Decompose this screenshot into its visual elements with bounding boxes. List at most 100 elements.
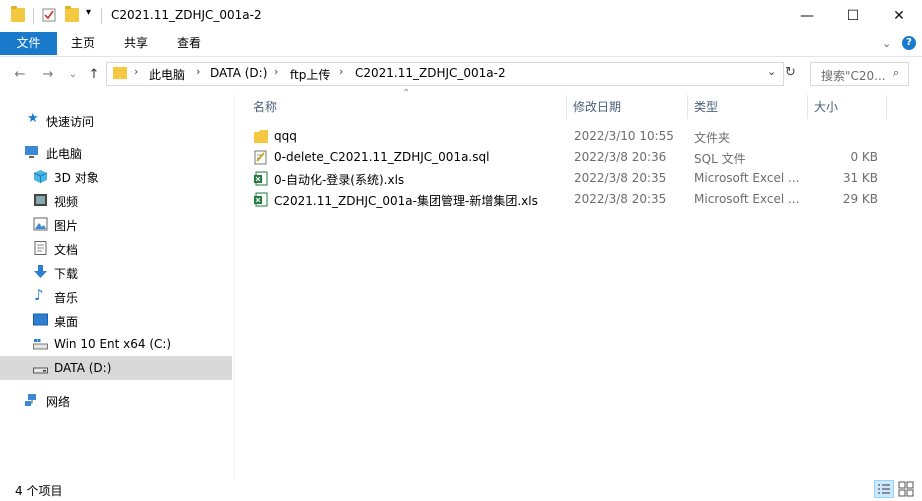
column-divider[interactable]: [687, 95, 688, 119]
sort-ascending-icon: ⌃: [402, 88, 411, 99]
nav-label: DATA (D:): [54, 361, 112, 375]
column-header-size[interactable]: 大小: [814, 95, 838, 119]
nav-label: 图片: [54, 219, 79, 233]
table-row[interactable]: qqq 2022/3/10 10:55 文件夹: [248, 126, 888, 147]
chevron-right-icon[interactable]: ›: [274, 65, 278, 78]
tab-file[interactable]: 文件: [0, 32, 57, 55]
chevron-right-icon[interactable]: ›: [196, 65, 200, 78]
search-box[interactable]: 搜索"C20... ⌕: [810, 62, 909, 86]
cube-icon: [33, 170, 48, 183]
folder-icon: [11, 6, 25, 22]
status-bar: 4 个项目: [0, 478, 922, 501]
column-divider[interactable]: [807, 95, 808, 119]
file-size: 31 KB: [842, 171, 878, 185]
star-icon: ★: [27, 111, 39, 126]
search-input[interactable]: 搜索"C20...: [821, 67, 891, 84]
nav-label: 文档: [54, 243, 79, 257]
network-icon: [25, 394, 36, 406]
address-dropdown-icon[interactable]: ⌄: [767, 65, 776, 78]
search-icon[interactable]: ⌕: [893, 66, 899, 80]
folder-icon: [113, 67, 127, 79]
nav-item-network[interactable]: 网络: [0, 388, 232, 412]
file-type: 文件夹: [694, 131, 731, 145]
nav-label: 视频: [54, 195, 79, 209]
table-row[interactable]: 0-delete_C2021.11_ZDHJC_001a.sql 2022/3/…: [248, 147, 888, 168]
column-divider[interactable]: [886, 95, 887, 119]
title-bar: ▾ C2021.11_ZDHJC_001a-2 — ☐ ✕: [0, 0, 922, 32]
drive-c-icon: [33, 339, 48, 350]
up-arrow-icon[interactable]: ↑: [84, 65, 104, 85]
file-date: 2022/3/8 20:35: [574, 171, 667, 185]
column-header-type[interactable]: 类型: [694, 95, 718, 119]
document-icon: [34, 241, 47, 255]
nav-item-quick-access[interactable]: ★ 快速访问: [0, 108, 232, 132]
nav-item-desktop[interactable]: 桌面: [0, 308, 232, 332]
recent-locations-icon[interactable]: ⌄: [63, 65, 83, 85]
maximize-button[interactable]: ☐: [830, 0, 876, 32]
nav-label: 网络: [46, 395, 71, 409]
vertical-scrollbar[interactable]: [905, 93, 922, 480]
excel-file-icon: [254, 192, 268, 207]
nav-item-pictures[interactable]: 图片: [0, 212, 232, 236]
video-icon: [34, 194, 47, 206]
back-arrow-icon[interactable]: ←: [10, 65, 30, 85]
tab-home[interactable]: 主页: [60, 32, 106, 55]
file-type: SQL 文件: [694, 152, 746, 166]
table-row[interactable]: C2021.11_ZDHJC_001a-集团管理-新增集团.xls 2022/3…: [248, 189, 888, 210]
nav-item-drive-d[interactable]: DATA (D:): [0, 356, 232, 380]
nav-label: 音乐: [54, 291, 79, 305]
drive-d-icon: [33, 367, 48, 374]
new-folder-icon[interactable]: [65, 6, 79, 22]
picture-icon: [33, 217, 48, 231]
help-icon[interactable]: ?: [902, 36, 916, 50]
properties-icon[interactable]: [42, 8, 56, 22]
breadcrumb-drive-d[interactable]: DATA (D:): [210, 66, 267, 80]
window-title: C2021.11_ZDHJC_001a-2: [111, 8, 262, 22]
nav-item-3d-objects[interactable]: 3D 对象: [0, 164, 232, 188]
nav-item-videos[interactable]: 视频: [0, 188, 232, 212]
column-divider[interactable]: [566, 95, 567, 119]
folder-icon: [254, 130, 268, 143]
file-list: ⌃ 名称 修改日期 类型 大小 qqq 2022/3/10 10:55 文件夹 …: [236, 88, 902, 480]
chevron-right-icon[interactable]: ›: [134, 65, 138, 78]
tab-share[interactable]: 共享: [113, 32, 159, 55]
sql-file-icon: [254, 150, 267, 165]
large-icons-view-icon[interactable]: [898, 481, 915, 497]
breadcrumb-this-pc[interactable]: 此电脑: [149, 66, 185, 83]
tab-view[interactable]: 查看: [166, 32, 212, 55]
computer-icon: [25, 146, 38, 158]
nav-item-documents[interactable]: 文档: [0, 236, 232, 260]
close-button[interactable]: ✕: [876, 0, 922, 32]
nav-item-downloads[interactable]: 下载: [0, 260, 232, 284]
refresh-icon[interactable]: ↻: [785, 65, 796, 80]
customize-quick-access-icon[interactable]: ▾: [86, 7, 91, 18]
chevron-right-icon[interactable]: ›: [339, 65, 343, 78]
file-size: 0 KB: [850, 150, 878, 164]
column-header-date[interactable]: 修改日期: [573, 95, 621, 119]
divider: [101, 8, 102, 24]
forward-arrow-icon[interactable]: →: [38, 65, 58, 85]
item-count: 4 个项目: [15, 484, 63, 498]
nav-label: 3D 对象: [54, 171, 99, 185]
expand-ribbon-icon[interactable]: ⌄: [882, 37, 891, 50]
file-date: 2022/3/8 20:35: [574, 192, 667, 206]
nav-item-this-pc[interactable]: 此电脑: [0, 140, 232, 164]
pane-splitter[interactable]: [234, 95, 235, 480]
table-row[interactable]: 0-自动化-登录(系统).xls 2022/3/8 20:35 Microsof…: [248, 168, 888, 189]
details-view-icon[interactable]: [874, 480, 894, 498]
file-date: 2022/3/8 20:36: [574, 150, 667, 164]
nav-label: Win 10 Ent x64 (C:): [54, 337, 172, 351]
nav-label: 快速访问: [46, 115, 95, 129]
excel-file-icon: [254, 171, 268, 186]
file-size: 29 KB: [842, 192, 878, 206]
nav-item-drive-c[interactable]: Win 10 Ent x64 (C:): [0, 332, 232, 356]
address-bar[interactable]: › 此电脑 › DATA (D:) › ftp上传 › C2021.11_ZDH…: [106, 62, 784, 86]
breadcrumb-ftp-upload[interactable]: ftp上传: [290, 66, 330, 83]
breadcrumb-current-folder[interactable]: C2021.11_ZDHJC_001a-2: [355, 66, 506, 80]
nav-item-music[interactable]: ♪ 音乐: [0, 284, 232, 308]
nav-label: 下载: [54, 267, 79, 281]
file-name: 0-delete_C2021.11_ZDHJC_001a.sql: [274, 150, 490, 164]
minimize-button[interactable]: —: [784, 0, 830, 32]
music-icon: ♪: [34, 286, 44, 304]
column-header-name[interactable]: 名称: [253, 95, 277, 119]
